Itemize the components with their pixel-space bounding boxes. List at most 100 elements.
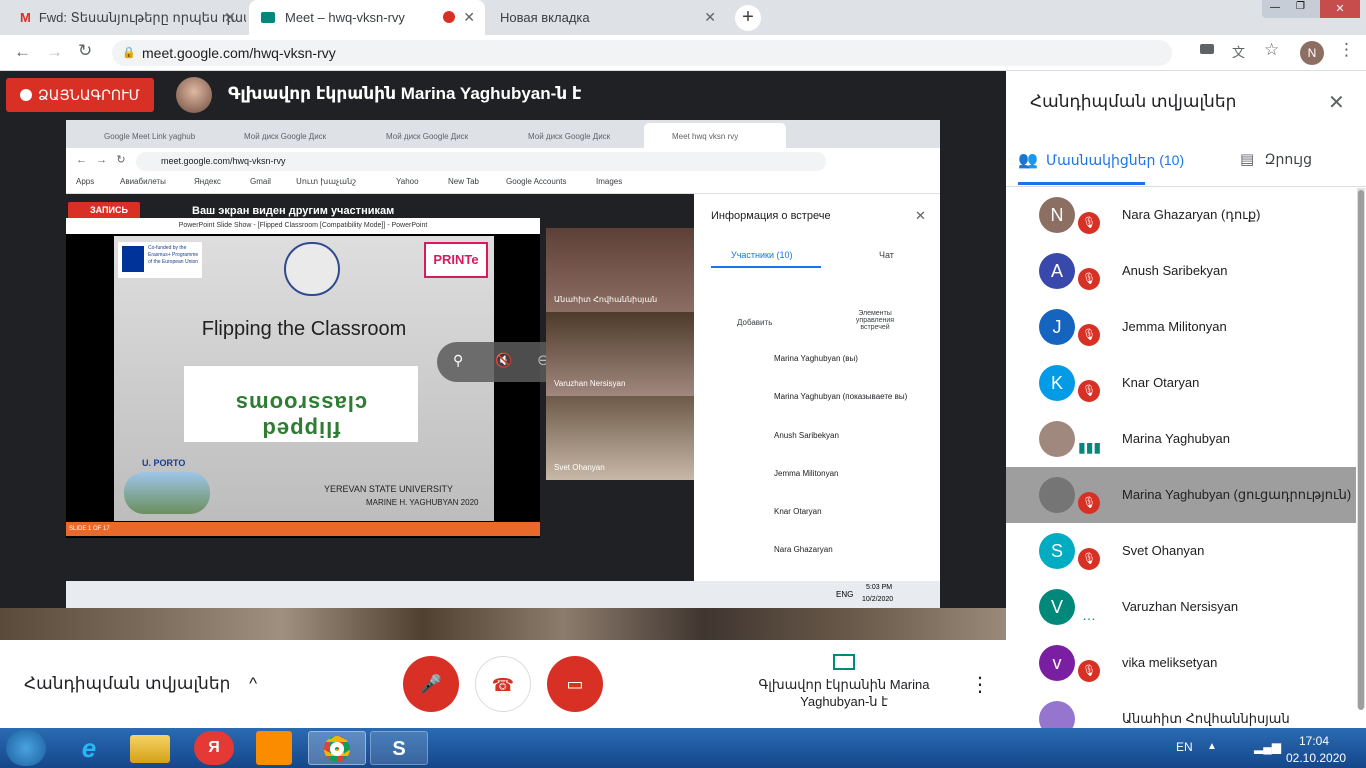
tab-chat[interactable]: ▤ Զրույց bbox=[1240, 150, 1312, 169]
forward-icon[interactable]: → bbox=[46, 42, 63, 62]
mic-off-icon: 🎙 bbox=[1078, 212, 1100, 234]
participant-row[interactable]: J 🎙 Jemma Militonyan bbox=[1006, 299, 1356, 355]
inner-present-banner: Ваш экран виден другим участникам bbox=[192, 205, 395, 217]
ie-icon[interactable]: e bbox=[60, 731, 118, 765]
participant-row[interactable]: S 🎙 Svet Ohanyan bbox=[1006, 523, 1356, 579]
present-icon bbox=[833, 654, 855, 670]
scrollbar-thumb[interactable] bbox=[1358, 190, 1364, 710]
tab-meet[interactable]: Meet – hwq-vksn-rvy ✕ bbox=[249, 0, 485, 35]
people-icon: 👥 bbox=[1018, 152, 1038, 169]
translate-icon[interactable]: 文 bbox=[1232, 42, 1245, 61]
inner-meeting-panel: Информация о встрече ✕ Участники (10) Ча… bbox=[695, 194, 940, 581]
close-icon[interactable]: ✕ bbox=[704, 9, 716, 26]
explorer-icon[interactable] bbox=[130, 735, 170, 763]
tab-gmail[interactable]: M Fwd: Տեսանյութերը որպես դաս ✕ bbox=[8, 0, 246, 35]
camera-icon[interactable] bbox=[1200, 44, 1214, 54]
participant-name: Svet Ohanyan bbox=[1122, 543, 1205, 558]
shared-screen: Google Meet Link yaghub Мой диск Google … bbox=[66, 120, 940, 608]
participant-row[interactable]: N 🎙 Nara Ghazaryan (դուք) bbox=[1006, 187, 1356, 243]
back-icon[interactable]: ← bbox=[14, 42, 31, 62]
clock-time[interactable]: 17:04 bbox=[1299, 734, 1329, 748]
tab-underline bbox=[711, 266, 821, 268]
avatar: v bbox=[1039, 645, 1075, 681]
close-window-icon[interactable]: ✕ bbox=[1320, 0, 1360, 18]
inner-taskbar: ENG 5:03 PM 10/2/2020 bbox=[66, 581, 940, 608]
mic-off-icon: 🎙 bbox=[1078, 492, 1100, 514]
skype-icon[interactable]: S bbox=[370, 731, 428, 765]
presenter-banner: Գլխավոր էկրանին Marina Yaghubyan-ն է bbox=[228, 84, 582, 103]
bookmark: Яндекс bbox=[194, 177, 221, 186]
ellipsis-icon: … bbox=[1082, 607, 1096, 623]
ppt-title: PowerPoint Slide Show - [Flipped Classro… bbox=[66, 218, 540, 234]
keyboard-lang[interactable]: EN bbox=[1176, 740, 1193, 754]
bookmark: Авиабилеты bbox=[120, 177, 166, 186]
chrome-icon[interactable] bbox=[308, 731, 366, 765]
participant-row[interactable]: V … Varuzhan Nersisyan bbox=[1006, 579, 1356, 635]
participant-row[interactable]: v 🎙 vika meliksetyan bbox=[1006, 635, 1356, 691]
mic-off-icon: 🎙 bbox=[1078, 660, 1100, 682]
bookmark-star-icon[interactable]: ☆ bbox=[1264, 40, 1279, 60]
close-icon[interactable]: ✕ bbox=[224, 9, 236, 26]
bookmark: Google Accounts bbox=[506, 177, 567, 186]
inner-date: 10/2/2020 bbox=[862, 596, 894, 603]
inner-tab-chat: Чат bbox=[879, 250, 894, 260]
participant-name: Marina Yaghubyan (ցուցադրություն) bbox=[1122, 487, 1352, 502]
pin-icon[interactable]: ⚲ bbox=[453, 352, 463, 369]
bookmark: Apps bbox=[76, 177, 95, 186]
hangup-button[interactable]: ☎ bbox=[475, 656, 531, 712]
participant-name: Varuzhan Nersisyan bbox=[1122, 599, 1239, 614]
start-button[interactable] bbox=[6, 730, 46, 766]
tile-name: Անահիտ Հովհաննիսյան bbox=[554, 295, 658, 304]
inner-tab: Мой диск Google Диск bbox=[386, 132, 469, 141]
participant-name: Anush Saribekyan bbox=[1122, 263, 1228, 278]
chrome-logo-icon bbox=[324, 736, 350, 762]
recording-dot-icon bbox=[443, 11, 455, 23]
reload-icon[interactable]: ↻ bbox=[78, 41, 92, 61]
recording-indicator[interactable]: ՁԱՅՆԱԳՐՈՒՄ bbox=[6, 78, 154, 112]
profile-avatar[interactable]: N bbox=[1300, 41, 1324, 65]
participant-row[interactable]: ▮▮▮ Marina Yaghubyan bbox=[1006, 411, 1356, 467]
porto-building-image bbox=[124, 472, 210, 514]
inner-add-label: Добавить bbox=[737, 318, 773, 327]
participant-name: Marina Yaghubyan bbox=[1122, 431, 1230, 446]
meeting-details-button[interactable]: Հանդիպման տվյալներ ^ bbox=[24, 674, 257, 694]
video-tile[interactable]: Svet Ohanyan bbox=[546, 396, 694, 480]
inner-tab: Мой диск Google Диск bbox=[244, 132, 327, 141]
tab-new[interactable]: Новая вкладка ✕ bbox=[488, 0, 726, 35]
more-options-icon[interactable]: ⋮ bbox=[970, 672, 990, 697]
clock-date[interactable]: 02.10.2020 bbox=[1286, 751, 1346, 765]
minimize-icon[interactable]: — bbox=[1270, 2, 1280, 13]
close-panel-icon[interactable]: ✕ bbox=[1328, 90, 1345, 115]
bookmark: Images bbox=[596, 177, 623, 186]
yandex-icon[interactable]: Я bbox=[194, 731, 234, 765]
camera-toggle-button[interactable]: ▭ bbox=[547, 656, 603, 712]
url-field[interactable]: 🔒 meet.google.com/hwq-vksn-rvy bbox=[112, 40, 1172, 66]
avatar: A bbox=[1039, 253, 1075, 289]
media-icon[interactable] bbox=[256, 731, 292, 765]
mic-toggle-button[interactable]: 🎤 bbox=[403, 656, 459, 712]
maximize-icon[interactable]: ❐ bbox=[1296, 1, 1305, 12]
participant-row[interactable]: K 🎙 Knar Otaryan bbox=[1006, 355, 1356, 411]
network-icon[interactable]: ▂▄▆ bbox=[1254, 740, 1281, 754]
tab-participants[interactable]: 👥 Մասնակիցներ (10) bbox=[1018, 148, 1185, 184]
menu-icon[interactable]: ⋮ bbox=[1338, 40, 1355, 60]
gmail-icon: M bbox=[20, 10, 31, 25]
mute-speaker-icon[interactable]: 🔇 bbox=[495, 352, 512, 369]
print-logo: PRINTe bbox=[424, 242, 488, 278]
new-tab-button[interactable]: + bbox=[735, 5, 761, 31]
panel-title: Հանդիպման տվյալներ bbox=[1030, 92, 1237, 111]
mic-off-icon: 🎙 bbox=[1078, 324, 1100, 346]
participant-name: Nara Ghazaryan (դուք) bbox=[1122, 207, 1261, 222]
present-status[interactable]: Գլխավոր էկրանին Marina Yaghubyan-ն է bbox=[746, 654, 942, 710]
close-icon: ✕ bbox=[915, 208, 926, 223]
participant-row[interactable]: A 🎙 Anush Saribekyan bbox=[1006, 243, 1356, 299]
tab-underline bbox=[1018, 182, 1145, 185]
video-tile[interactable]: Varuzhan Nersisyan bbox=[546, 312, 694, 396]
participant-name: Knar Otaryan bbox=[1122, 375, 1200, 390]
inner-person: Nara Ghazaryan bbox=[774, 545, 833, 554]
participant-row[interactable]: 🎙 Marina Yaghubyan (ցուցադրություն) bbox=[1006, 467, 1356, 523]
close-icon[interactable]: ✕ bbox=[463, 9, 475, 26]
tray-arrow-icon[interactable]: ▲ bbox=[1207, 741, 1217, 752]
video-tile[interactable]: Անահիտ Հովհաննիսյան bbox=[546, 228, 694, 312]
avatar: V bbox=[1039, 589, 1075, 625]
